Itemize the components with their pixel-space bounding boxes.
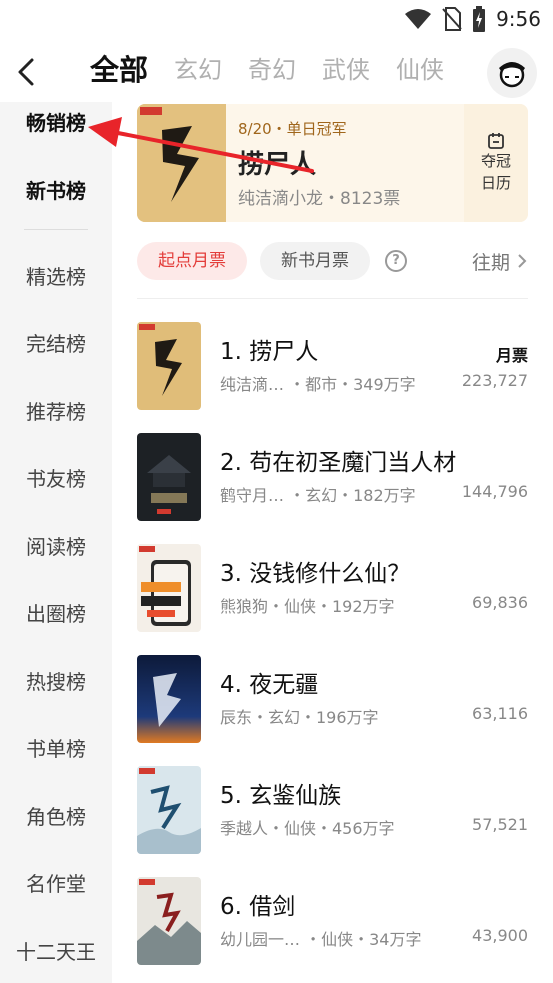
ranking-filters: 起点月票 新书月票 ? 往期: [137, 242, 528, 280]
avatar-icon: [499, 62, 525, 88]
book-votes: 223,727: [461, 371, 528, 390]
tab-wuxia[interactable]: 武侠: [322, 52, 370, 88]
book-meta: 熊狼狗・仙侠・192万字: [220, 597, 395, 616]
tab-xianxia[interactable]: 仙侠: [396, 52, 444, 88]
sidebar-item-label: 热搜榜: [26, 670, 86, 694]
book-cover: [137, 322, 201, 410]
sidebar-item-bestseller[interactable]: 畅销榜: [0, 107, 112, 136]
champion-title: 捞尸人: [238, 150, 317, 180]
filter-qidian-monthly[interactable]: 起点月票: [137, 242, 247, 280]
book-meta: 辰东・玄幻・196万字: [220, 708, 379, 727]
sidebar-item-selected[interactable]: 精选榜: [0, 261, 112, 290]
daily-champion-card[interactable]: 8/20・单日冠军 捞尸人 纯洁滴小龙・8123票 夺冠 日历: [137, 104, 528, 222]
book-votes: 144,796: [461, 482, 528, 501]
book-cover: [137, 655, 201, 743]
champion-meta: 纯洁滴小龙・8123票: [238, 189, 401, 209]
champion-calendar-button[interactable]: 夺冠 日历: [464, 104, 528, 222]
sidebar-item-label: 出圈榜: [26, 602, 86, 626]
sidebar-item-recommend[interactable]: 推荐榜: [0, 396, 112, 425]
status-icons: 9:56: [404, 6, 541, 32]
book-meta: 鹤守月… ・玄幻・182万字: [220, 486, 416, 505]
sidebar-item-label: 角色榜: [26, 805, 86, 829]
sidebar-item-label: 畅销榜: [26, 111, 86, 135]
sidebar-item-masterpiece[interactable]: 名作堂: [0, 868, 112, 897]
avatar[interactable]: [487, 48, 537, 98]
filter-divider: [137, 298, 528, 299]
sidebar-divider: [24, 229, 88, 230]
sidebar-item-character[interactable]: 角色榜: [0, 801, 112, 830]
sidebar-item-newbook[interactable]: 新书榜: [0, 175, 112, 204]
book-cover: [137, 433, 201, 521]
book-title: 5. 玄鉴仙族: [220, 783, 342, 809]
sidebar-item-friends[interactable]: 书友榜: [0, 463, 112, 492]
book-cover: [137, 766, 201, 854]
sidebar-item-label: 精选榜: [26, 265, 86, 289]
chevron-right-icon: [518, 254, 527, 268]
list-item[interactable]: 3. 没钱修什么仙？ 熊狼狗・仙侠・192万字 69,836: [137, 544, 528, 632]
sidebar-item-booklist[interactable]: 书单榜: [0, 733, 112, 762]
status-time: 9:56: [496, 7, 541, 31]
sidebar-item-label: 完结榜: [26, 332, 86, 356]
ranking-sidebar: 畅销榜 新书榜 精选榜 完结榜 推荐榜 书友榜 阅读榜 出圈榜 热搜榜 书单榜 …: [0, 102, 112, 983]
sidebar-item-label: 新书榜: [26, 179, 86, 203]
book-meta: 纯洁滴… ・都市・349万字: [220, 375, 416, 394]
book-votes: 43,900: [472, 926, 528, 945]
back-button[interactable]: [14, 56, 40, 88]
top-nav: 全部 玄幻 奇幻 武侠 仙侠: [0, 44, 553, 100]
book-title: 3. 没钱修什么仙？: [220, 561, 411, 587]
sidebar-item-hotsearch[interactable]: 热搜榜: [0, 666, 112, 695]
list-item[interactable]: 5. 玄鉴仙族 季越人・仙侠・456万字 57,521: [137, 766, 528, 854]
sidebar-item-label: 十二天王: [16, 940, 96, 964]
status-bar: 9:56: [0, 0, 553, 38]
book-title: 4. 夜无疆: [220, 672, 319, 698]
tab-qihuan[interactable]: 奇幻: [248, 52, 296, 88]
past-periods-link[interactable]: 往期: [472, 248, 528, 275]
sidebar-item-label: 书单榜: [26, 737, 86, 761]
help-icon[interactable]: ?: [385, 250, 407, 272]
list-item[interactable]: 6. 借剑 幼儿园一… ・仙侠・34万字 43,900: [137, 877, 528, 965]
list-item[interactable]: 2. 苟在初圣魔门当人材 鹤守月… ・玄幻・182万字 144,796: [137, 433, 528, 521]
sidebar-item-label: 名作堂: [26, 872, 86, 896]
cover-art: [137, 104, 226, 222]
battery-charging-icon: [473, 6, 486, 32]
sidebar-item-completed[interactable]: 完结榜: [0, 328, 112, 357]
book-meta: 季越人・仙侠・456万字: [220, 819, 395, 838]
sidebar-item-label: 阅读榜: [26, 535, 86, 559]
book-votes: 63,116: [472, 704, 528, 723]
list-item[interactable]: 4. 夜无疆 辰东・玄幻・196万字 63,116: [137, 655, 528, 743]
sidebar-item-label: 推荐榜: [26, 400, 86, 424]
calendar-label-line1: 夺冠: [480, 152, 511, 170]
book-meta: 幼儿园一… ・仙侠・34万字: [220, 930, 422, 949]
book-votes: 57,521: [472, 815, 528, 834]
sidebar-item-breakout[interactable]: 出圈榜: [0, 598, 112, 627]
book-title: 2. 苟在初圣魔门当人材: [220, 450, 457, 476]
book-votes: 69,836: [472, 593, 528, 612]
sidebar-item-reading[interactable]: 阅读榜: [0, 531, 112, 560]
filter-newbook-monthly[interactable]: 新书月票: [260, 242, 370, 280]
tab-all[interactable]: 全部: [90, 52, 148, 88]
calendar-icon: [488, 133, 504, 149]
calendar-label-line2: 日历: [480, 174, 511, 192]
book-title: 1. 捞尸人: [220, 339, 319, 365]
list-item[interactable]: 1. 捞尸人 纯洁滴… ・都市・349万字 223,727: [137, 322, 528, 410]
sidebar-item-twelve-kings[interactable]: 十二天王: [0, 936, 112, 965]
sidebar-item-label: 书友榜: [26, 467, 86, 491]
back-arrow-icon: [18, 58, 34, 86]
past-label: 往期: [471, 252, 510, 274]
no-sim-icon: [442, 7, 462, 31]
category-tabs: 全部 玄幻 奇幻 武侠 仙侠: [90, 52, 470, 88]
book-cover: [137, 544, 201, 632]
tab-xuanhuan[interactable]: 玄幻: [174, 52, 222, 88]
book-cover: [137, 877, 201, 965]
wifi-icon: [405, 9, 432, 29]
champion-book-cover: [137, 104, 226, 222]
book-title: 6. 借剑: [220, 894, 296, 920]
champion-badge: 8/20・单日冠军: [238, 120, 347, 138]
